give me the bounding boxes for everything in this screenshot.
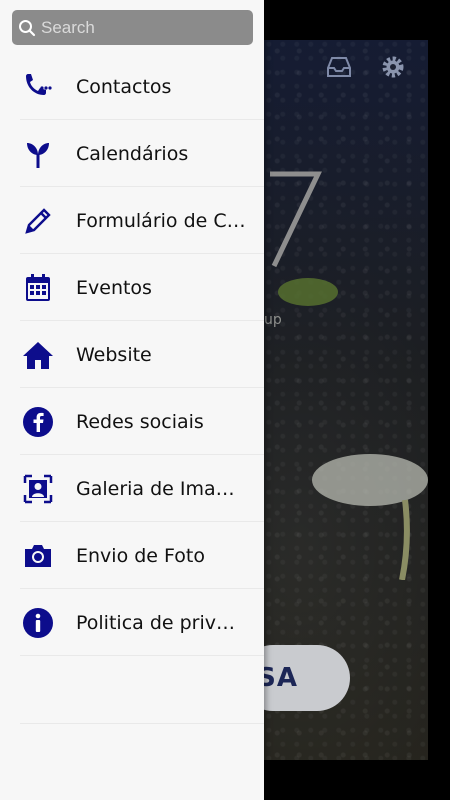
- menu-item-politica-privacidade[interactable]: Politica de privacidade: [0, 589, 264, 656]
- sprout-image-large: [312, 454, 428, 580]
- search-input[interactable]: [41, 17, 241, 38]
- menu-item-redes-sociais[interactable]: Redes sociais: [0, 388, 264, 455]
- info-icon: [21, 606, 55, 640]
- gear-icon[interactable]: [380, 54, 406, 80]
- menu-item-label: Website: [76, 343, 152, 366]
- menu-item-label: Formulário de Contacto: [76, 209, 246, 232]
- portrait-icon: [21, 472, 55, 506]
- facebook-icon: [21, 405, 55, 439]
- menu-item-formulario[interactable]: Formulário de Contacto: [0, 187, 264, 254]
- logo-text-fragment: up: [264, 312, 282, 328]
- menu-item-envio-foto[interactable]: Envio de Foto: [0, 522, 264, 589]
- menu-item-calendarios[interactable]: Calendários: [0, 120, 264, 187]
- search-icon: [19, 19, 36, 36]
- menu-item-label: Calendários: [76, 142, 189, 165]
- inbox-icon[interactable]: [326, 54, 352, 80]
- menu-item-label: Envio de Foto: [76, 544, 205, 567]
- menu-list: Contactos Calendários Formulário de Co E…: [0, 53, 264, 656]
- home-icon: [21, 338, 55, 372]
- pencil-icon: [21, 204, 55, 238]
- menu-item-label: Galeria de Imagens: [76, 477, 246, 500]
- menu-item-eventos[interactable]: Eventos: [0, 254, 264, 321]
- navigation-drawer: Contactos Calendários Formulário de: [0, 0, 264, 800]
- menu-item-galeria[interactable]: Galeria de Imagens: [0, 455, 264, 522]
- menu-item-contactos[interactable]: Contactos: [0, 53, 264, 120]
- sprout-icon: [21, 137, 55, 171]
- phone-icon: [21, 70, 55, 104]
- menu-item-website[interactable]: Website: [0, 321, 264, 388]
- menu-item-label: Politica de privacidade: [76, 611, 246, 634]
- search-bar[interactable]: [12, 10, 253, 45]
- logo-graphic: [270, 171, 322, 268]
- calendar-icon: [21, 271, 55, 305]
- menu-item-label: Contactos: [76, 75, 172, 98]
- camera-icon: [21, 539, 55, 573]
- menu-item-label: Redes sociais: [76, 410, 204, 433]
- menu-item-label: Eventos: [76, 276, 152, 299]
- divider: [20, 723, 264, 724]
